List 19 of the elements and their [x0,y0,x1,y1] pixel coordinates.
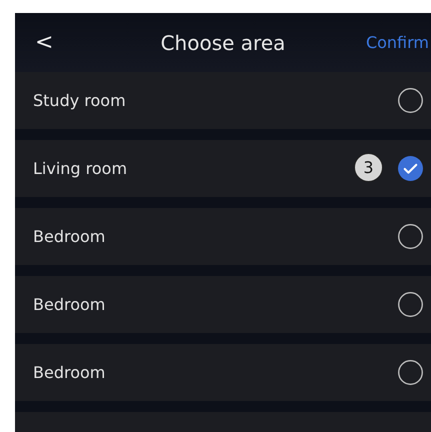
area-name: Bedroom [33,227,106,246]
area-row[interactable]: Bedroom [15,276,431,333]
area-name: Study room [33,91,126,110]
area-name: Bedroom [33,363,106,382]
area-row[interactable]: Bedroom [15,344,431,401]
radio-icon[interactable] [398,292,423,317]
checked-radio-icon[interactable] [398,156,423,181]
area-name: Living room [33,159,128,178]
confirm-button[interactable]: Confirm [366,33,431,52]
area-row[interactable]: Bedroom [15,208,431,265]
area-name: Bedroom [33,295,106,314]
radio-icon[interactable] [398,88,423,113]
area-row[interactable]: Living room 3 [15,140,431,197]
back-button[interactable]: < [15,30,54,55]
page-title: Choose area [160,30,286,54]
area-row[interactable]: Study room [15,72,431,129]
callout-badge: 3 [354,153,383,182]
radio-icon[interactable] [398,224,423,249]
radio-icon[interactable] [398,360,423,385]
